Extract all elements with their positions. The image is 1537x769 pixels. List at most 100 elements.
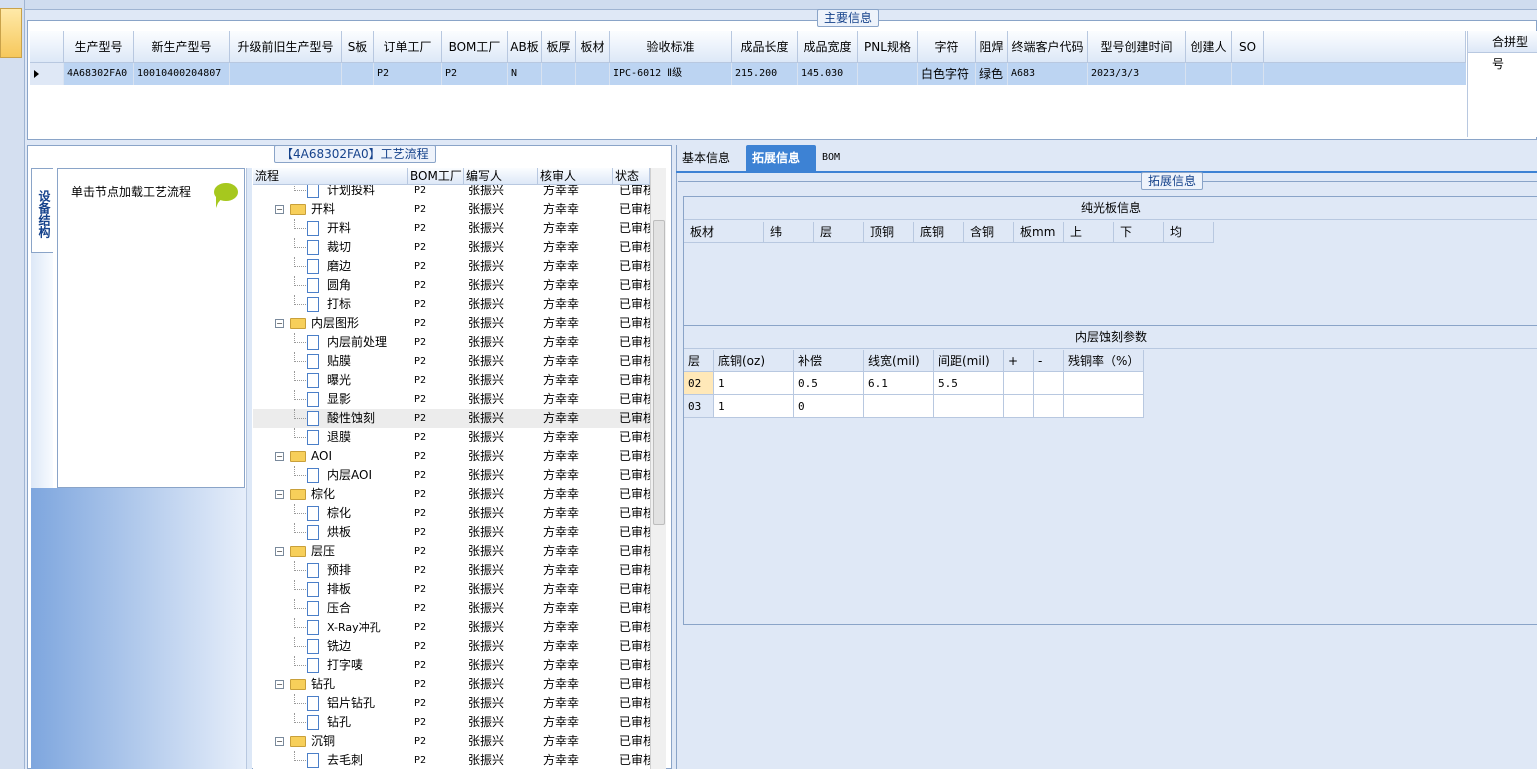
- column-header[interactable]: 型号创建时间: [1088, 31, 1186, 63]
- inner-etch-cell[interactable]: 0.5: [794, 372, 864, 395]
- tree-row[interactable]: X-Ray冲孔 P2 张振兴 方幸幸 已审核: [253, 618, 650, 637]
- tree-row[interactable]: 内层前处理 P2 张振兴 方幸幸 已审核: [253, 333, 650, 352]
- bare-board-column-header[interactable]: 板mm: [1014, 222, 1064, 243]
- inner-etch-column-header[interactable]: -: [1034, 350, 1064, 372]
- collapse-toggle-icon[interactable]: −: [275, 205, 284, 214]
- inner-etch-column-header[interactable]: +: [1004, 350, 1034, 372]
- tree-row[interactable]: 铝片钻孔 P2 张振兴 方幸幸 已审核: [253, 694, 650, 713]
- tree-row[interactable]: 烘板 P2 张振兴 方幸幸 已审核: [253, 523, 650, 542]
- tree-row[interactable]: − 沉铜 P2 张振兴 方幸幸 已审核: [253, 732, 650, 751]
- collapse-toggle-icon[interactable]: −: [275, 452, 284, 461]
- column-header[interactable]: 新生产型号: [134, 31, 230, 63]
- column-header[interactable]: 成品宽度: [798, 31, 858, 63]
- tree-column-header[interactable]: 流程: [253, 168, 408, 185]
- tree-row[interactable]: 铣边 P2 张振兴 方幸幸 已审核: [253, 637, 650, 656]
- combined-model-header[interactable]: 合拼型号: [1468, 31, 1537, 71]
- tree-row[interactable]: 圆角 P2 张振兴 方幸幸 已审核: [253, 276, 650, 295]
- inner-etch-cell[interactable]: [934, 395, 1004, 418]
- tree-row[interactable]: 打字唛 P2 张振兴 方幸幸 已审核: [253, 656, 650, 675]
- tree-row[interactable]: 贴膜 P2 张振兴 方幸幸 已审核: [253, 352, 650, 371]
- inner-etch-cell[interactable]: [1064, 395, 1144, 418]
- column-header[interactable]: 板厚: [542, 31, 576, 63]
- inner-etch-cell[interactable]: [1004, 395, 1034, 418]
- inner-etch-cell[interactable]: [864, 395, 934, 418]
- inner-etch-column-header[interactable]: 补偿: [794, 350, 864, 372]
- bare-board-column-header[interactable]: 顶铜: [864, 222, 914, 243]
- bare-board-column-header[interactable]: 含铜: [964, 222, 1014, 243]
- column-header[interactable]: 升级前旧生产型号: [230, 31, 342, 63]
- bare-board-column-header[interactable]: 纬: [764, 222, 814, 243]
- inner-etch-column-header[interactable]: 间距(mil): [934, 350, 1004, 372]
- column-header[interactable]: 终端客户代码: [1008, 31, 1088, 63]
- tree-row[interactable]: 压合 P2 张振兴 方幸幸 已审核: [253, 599, 650, 618]
- inner-etch-cell[interactable]: [1034, 395, 1064, 418]
- collapse-toggle-icon[interactable]: −: [275, 547, 284, 556]
- inner-etch-cell[interactable]: [1034, 372, 1064, 395]
- column-header[interactable]: 创建人: [1186, 31, 1232, 63]
- inner-etch-cell[interactable]: 5.5: [934, 372, 1004, 395]
- main-grid-row[interactable]: 4A68302FA0 10010400204807 P2 P2 N IPC-6012 Ⅱ级…: [30, 63, 1466, 85]
- column-header[interactable]: 成品长度: [732, 31, 798, 63]
- tree-row[interactable]: 去毛刺 P2 张振兴 方幸幸 已审核: [253, 751, 650, 769]
- tree-row[interactable]: 排板 P2 张振兴 方幸幸 已审核: [253, 580, 650, 599]
- column-header[interactable]: 板材: [576, 31, 610, 63]
- collapse-toggle-icon[interactable]: −: [275, 490, 284, 499]
- bare-board-column-header[interactable]: 底铜: [914, 222, 964, 243]
- tree-row[interactable]: 磨边 P2 张振兴 方幸幸 已审核: [253, 257, 650, 276]
- column-header[interactable]: SO: [1232, 31, 1264, 63]
- collapse-toggle-icon[interactable]: −: [275, 680, 284, 689]
- dock-tab[interactable]: [0, 8, 22, 58]
- collapse-toggle-icon[interactable]: −: [275, 737, 284, 746]
- tree-row[interactable]: 酸性蚀刻 P2 张振兴 方幸幸 已审核: [253, 409, 650, 428]
- tree-row[interactable]: 显影 P2 张振兴 方幸幸 已审核: [253, 390, 650, 409]
- tree-column-header[interactable]: 状态: [613, 168, 650, 185]
- detail-tab[interactable]: 拓展信息: [746, 145, 816, 171]
- tree-row[interactable]: − 内层图形 P2 张振兴 方幸幸 已审核: [253, 314, 650, 333]
- detail-tab[interactable]: BOM: [816, 145, 852, 171]
- column-header[interactable]: 阻焊: [976, 31, 1008, 63]
- tree-row[interactable]: 退膜 P2 张振兴 方幸幸 已审核: [253, 428, 650, 447]
- inner-etch-cell[interactable]: 0: [794, 395, 864, 418]
- inner-etch-column-header[interactable]: 层: [684, 350, 714, 372]
- tree-row[interactable]: 预排 P2 张振兴 方幸幸 已审核: [253, 561, 650, 580]
- bare-board-column-header[interactable]: 均: [1164, 222, 1214, 243]
- tree-scrollbar[interactable]: [650, 168, 666, 769]
- column-header[interactable]: S板: [342, 31, 374, 63]
- inner-etch-cell[interactable]: 1: [714, 372, 794, 395]
- collapse-toggle-icon[interactable]: −: [275, 319, 284, 328]
- tree-row[interactable]: − 棕化 P2 张振兴 方幸幸 已审核: [253, 485, 650, 504]
- detail-tab[interactable]: 基本信息: [676, 145, 738, 171]
- bare-board-column-header[interactable]: 下: [1114, 222, 1164, 243]
- panel-splitter[interactable]: [246, 168, 252, 769]
- bare-board-column-header[interactable]: 板材: [684, 222, 764, 243]
- column-header[interactable]: 字符: [918, 31, 976, 63]
- inner-etch-column-header[interactable]: 线宽(mil): [864, 350, 934, 372]
- tree-row[interactable]: − AOI P2 张振兴 方幸幸 已审核: [253, 447, 650, 466]
- tree-column-header[interactable]: 核审人: [538, 168, 613, 185]
- column-header[interactable]: PNL规格: [858, 31, 918, 63]
- tree-column-header[interactable]: BOM工厂: [408, 168, 464, 185]
- inner-etch-column-header[interactable]: 残铜率（%）: [1064, 350, 1144, 372]
- bare-board-column-header[interactable]: 层: [814, 222, 864, 243]
- inner-etch-cell[interactable]: 1: [714, 395, 794, 418]
- tree-row[interactable]: 曝光 P2 张振兴 方幸幸 已审核: [253, 371, 650, 390]
- inner-etch-column-header[interactable]: 底铜(oz): [714, 350, 794, 372]
- column-header[interactable]: 验收标准: [610, 31, 732, 63]
- column-header[interactable]: BOM工厂: [442, 31, 508, 63]
- tree-row[interactable]: − 钻孔 P2 张振兴 方幸幸 已审核: [253, 675, 650, 694]
- tree-row[interactable]: − 层压 P2 张振兴 方幸幸 已审核: [253, 542, 650, 561]
- equipment-structure-tab[interactable]: 设备结构: [31, 168, 53, 253]
- tree-row[interactable]: 钻孔 P2 张振兴 方幸幸 已审核: [253, 713, 650, 732]
- column-header[interactable]: 生产型号: [64, 31, 134, 63]
- tree-row[interactable]: − 开料 P2 张振兴 方幸幸 已审核: [253, 200, 650, 219]
- bare-board-column-header[interactable]: 上: [1064, 222, 1114, 243]
- tree-row[interactable]: 裁切 P2 张振兴 方幸幸 已审核: [253, 238, 650, 257]
- grid-corner[interactable]: [30, 31, 64, 63]
- tree-row[interactable]: 棕化 P2 张振兴 方幸幸 已审核: [253, 504, 650, 523]
- column-header[interactable]: 订单工厂: [374, 31, 442, 63]
- inner-etch-cell[interactable]: 6.1: [864, 372, 934, 395]
- tree-column-header[interactable]: 编写人: [464, 168, 538, 185]
- inner-etch-cell[interactable]: [1004, 372, 1034, 395]
- tree-row[interactable]: 开料 P2 张振兴 方幸幸 已审核: [253, 219, 650, 238]
- tree-row[interactable]: 内层AOI P2 张振兴 方幸幸 已审核: [253, 466, 650, 485]
